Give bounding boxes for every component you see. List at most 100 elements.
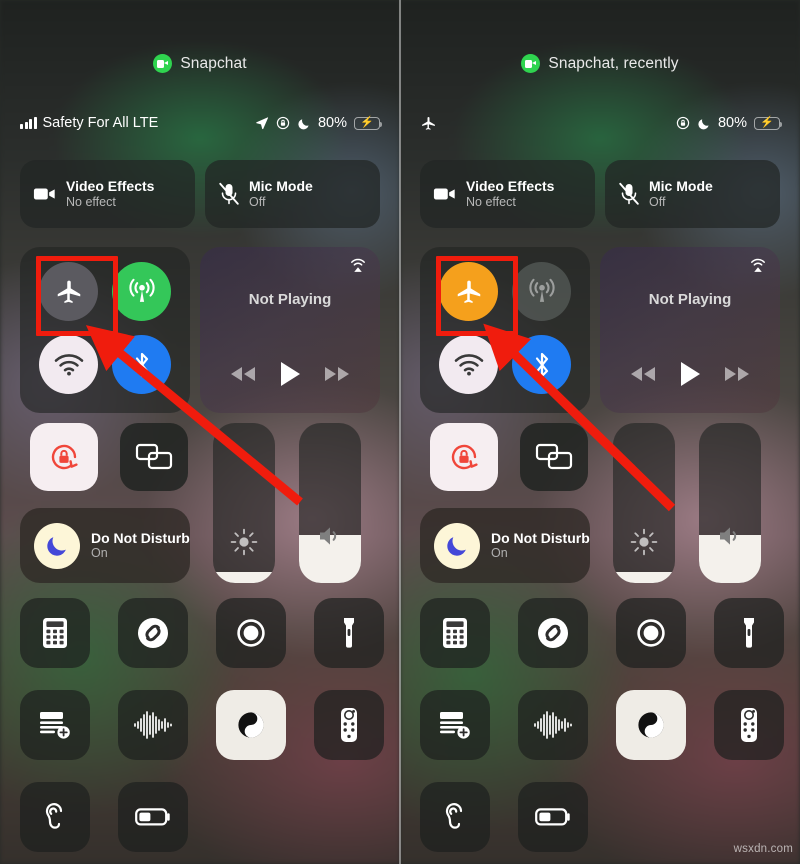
- video-camera-icon: [33, 188, 55, 200]
- rotation-lock-icon: [676, 116, 690, 130]
- screen-mirroring-toggle[interactable]: [120, 423, 188, 491]
- screen-record-icon[interactable]: [616, 598, 686, 668]
- mic-mode-tile[interactable]: Mic Mode Off: [605, 160, 780, 228]
- do-not-disturb-tile[interactable]: Do Not Disturb On: [420, 508, 590, 583]
- dnd-title: Do Not Disturb: [91, 530, 190, 547]
- airplane-icon: [422, 116, 435, 130]
- apple-tv-remote-icon[interactable]: [714, 690, 784, 760]
- mic-off-icon: [619, 182, 639, 205]
- rotation-lock-icon: [451, 444, 478, 470]
- media-title: Not Playing: [648, 291, 732, 308]
- battery-percent-label: 80%: [717, 115, 747, 131]
- flashlight-icon[interactable]: [314, 598, 384, 668]
- calculator-icon[interactable]: [420, 598, 490, 668]
- rotation-lock-toggle[interactable]: [30, 423, 98, 491]
- flashlight-icon[interactable]: [714, 598, 784, 668]
- bluetooth-toggle[interactable]: [112, 335, 171, 394]
- app-indicator-label: Snapchat: [180, 54, 247, 72]
- app-privacy-indicator: Snapchat: [0, 54, 400, 73]
- mic-mode-title: Mic Mode: [649, 178, 713, 195]
- screen-record-icon[interactable]: [216, 598, 286, 668]
- play-icon[interactable]: [279, 361, 301, 387]
- dnd-subtitle: On: [91, 546, 108, 561]
- apple-tv-remote-icon[interactable]: [314, 690, 384, 760]
- location-arrow-icon: [256, 117, 269, 130]
- airplane-mode-highlight-box: [436, 256, 518, 336]
- hearing-icon[interactable]: [420, 782, 490, 852]
- brightness-slider[interactable]: [613, 423, 675, 583]
- panel-divider: [399, 0, 401, 864]
- panel-after: Snapchat, recently 80% ⚡ Video Effects N…: [400, 0, 800, 864]
- bluetooth-toggle[interactable]: [512, 335, 571, 394]
- cellular-antenna-icon: [528, 278, 555, 302]
- volume-slider[interactable]: [299, 423, 361, 583]
- fast-forward-icon[interactable]: [724, 366, 750, 382]
- cellular-data-toggle[interactable]: [112, 262, 171, 321]
- video-camera-icon: [433, 188, 455, 200]
- notes-icon[interactable]: [20, 690, 90, 760]
- shazam-icon[interactable]: [518, 598, 588, 668]
- battery-icon: ⚡: [354, 116, 383, 130]
- mic-mode-subtitle: Off: [249, 194, 266, 209]
- brightness-icon: [613, 527, 675, 557]
- wifi-icon: [54, 353, 83, 375]
- video-effects-subtitle: No effect: [466, 194, 516, 209]
- notes-icon[interactable]: [420, 690, 490, 760]
- shazam-icon[interactable]: [118, 598, 188, 668]
- wifi-toggle[interactable]: [39, 335, 98, 394]
- carrier-label: Safety For All LTE: [42, 115, 159, 131]
- dnd-title: Do Not Disturb: [491, 530, 590, 547]
- hearing-icon[interactable]: [20, 782, 90, 852]
- cellular-data-toggle[interactable]: [512, 262, 571, 321]
- moon-icon: [434, 522, 480, 569]
- rotation-lock-toggle[interactable]: [430, 423, 498, 491]
- dark-mode-icon[interactable]: [216, 690, 286, 760]
- media-title: Not Playing: [248, 291, 332, 308]
- wifi-toggle[interactable]: [439, 335, 498, 394]
- screen-mirroring-icon: [135, 443, 173, 470]
- play-icon[interactable]: [679, 361, 701, 387]
- brightness-slider[interactable]: [213, 423, 275, 583]
- rotation-lock-icon: [276, 116, 290, 130]
- camera-icon: [153, 54, 173, 73]
- video-effects-tile[interactable]: Video Effects No effect: [420, 160, 595, 228]
- cellular-antenna-icon: [128, 278, 155, 302]
- mic-mode-tile[interactable]: Mic Mode Off: [205, 160, 380, 228]
- do-not-disturb-tile[interactable]: Do Not Disturb On: [20, 508, 190, 583]
- screen-mirroring-toggle[interactable]: [520, 423, 588, 491]
- bluetooth-icon: [135, 352, 148, 377]
- camera-icon: [521, 54, 541, 73]
- voice-memo-icon[interactable]: [118, 690, 188, 760]
- panel-before: Snapchat Safety For All LTE 80% ⚡ Video …: [0, 0, 400, 864]
- brightness-icon: [213, 527, 275, 557]
- fast-forward-icon[interactable]: [324, 366, 350, 382]
- cellular-bars-icon: [20, 117, 37, 129]
- video-effects-tile[interactable]: Video Effects No effect: [20, 160, 195, 228]
- rewind-icon[interactable]: [230, 366, 256, 382]
- bluetooth-icon: [535, 352, 548, 377]
- moon-icon: [34, 522, 80, 569]
- moon-icon: [698, 118, 709, 129]
- rewind-icon[interactable]: [630, 366, 656, 382]
- volume-slider[interactable]: [699, 423, 761, 583]
- low-power-mode-icon[interactable]: [118, 782, 188, 852]
- calculator-icon[interactable]: [20, 598, 90, 668]
- controls-grid: [420, 598, 784, 852]
- media-player-module: Not Playing: [200, 247, 380, 413]
- comparison-screenshot: Snapchat Safety For All LTE 80% ⚡ Video …: [0, 0, 800, 864]
- mic-mode-subtitle: Off: [649, 194, 666, 209]
- status-bar: Safety For All LTE 80% ⚡: [0, 110, 400, 136]
- low-power-mode-icon[interactable]: [518, 782, 588, 852]
- airplay-icon[interactable]: [348, 256, 368, 276]
- dark-mode-icon[interactable]: [616, 690, 686, 760]
- video-effects-subtitle: No effect: [66, 194, 116, 209]
- voice-memo-icon[interactable]: [518, 690, 588, 760]
- battery-icon: ⚡: [754, 116, 783, 130]
- airplay-icon[interactable]: [748, 256, 768, 276]
- call-controls-row: Video Effects No effect Mic Mode Off: [420, 160, 780, 228]
- app-indicator-label: Snapchat, recently: [548, 54, 679, 72]
- mic-mode-title: Mic Mode: [249, 178, 313, 195]
- watermark: wsxdn.com: [733, 843, 793, 855]
- speaker-icon: [699, 523, 761, 549]
- call-controls-row: Video Effects No effect Mic Mode Off: [20, 160, 380, 228]
